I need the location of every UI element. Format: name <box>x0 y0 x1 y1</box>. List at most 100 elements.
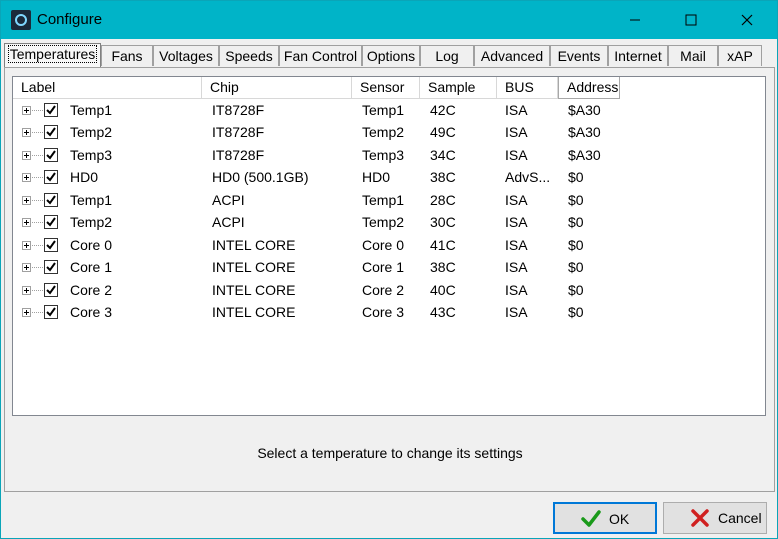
checkmark-icon <box>46 262 56 272</box>
maximize-icon <box>685 14 697 26</box>
row-bus: ISA <box>505 304 528 320</box>
row-sensor: HD0 <box>362 169 391 185</box>
row-sample: 40C <box>430 282 456 298</box>
row-chip: INTEL CORE <box>212 282 296 298</box>
tab-log[interactable]: Log <box>420 45 474 66</box>
cancel-button[interactable]: Cancel <box>663 502 767 534</box>
app-fan-icon <box>11 10 31 30</box>
expand-icon[interactable] <box>22 128 31 137</box>
sensor-row[interactable]: Temp1 IT8728F Temp1 42C ISA $A30 <box>13 100 765 122</box>
row-sensor: Core 0 <box>362 237 405 253</box>
close-button[interactable] <box>719 1 775 39</box>
window-title: Configure <box>37 11 103 28</box>
row-label: Temp2 <box>70 124 113 140</box>
enabled-checkbox[interactable] <box>44 238 58 252</box>
tab-speeds[interactable]: Speeds <box>219 45 279 66</box>
sensor-row[interactable]: HD0 HD0 (500.1GB) HD0 38C AdvS... $0 <box>13 167 765 189</box>
ok-button[interactable]: OK <box>553 502 657 534</box>
column-header-chip[interactable]: Chip <box>202 77 352 99</box>
row-label: Core 3 <box>70 304 113 320</box>
sensor-row[interactable]: Temp1 ACPI Temp1 28C ISA $0 <box>13 190 765 212</box>
checkmark-icon <box>46 217 56 227</box>
tab-advanced[interactable]: Advanced <box>474 45 550 66</box>
expand-icon[interactable] <box>22 196 31 205</box>
maximize-button[interactable] <box>663 1 719 39</box>
row-chip: HD0 (500.1GB) <box>212 169 309 185</box>
row-bus: ISA <box>505 259 528 275</box>
row-label: Temp1 <box>70 192 113 208</box>
expand-icon[interactable] <box>22 308 31 317</box>
enabled-checkbox[interactable] <box>44 260 58 274</box>
expand-icon[interactable] <box>22 241 31 250</box>
sensor-row[interactable]: Temp3 IT8728F Temp3 34C ISA $A30 <box>13 145 765 167</box>
row-address: $0 <box>568 304 584 320</box>
row-sample: 49C <box>430 124 456 140</box>
row-sample: 38C <box>430 169 456 185</box>
row-label: Temp2 <box>70 214 113 230</box>
expand-icon[interactable] <box>22 286 31 295</box>
expand-icon[interactable] <box>22 173 31 182</box>
tab-voltages[interactable]: Voltages <box>153 45 219 66</box>
expand-icon[interactable] <box>22 218 31 227</box>
cancel-x-icon <box>691 509 709 527</box>
row-sensor: Core 2 <box>362 282 405 298</box>
row-chip: IT8728F <box>212 147 265 163</box>
row-bus: AdvS... <box>505 169 551 185</box>
tab-fan-control[interactable]: Fan Control <box>279 45 362 66</box>
sensor-list[interactable]: Label Chip Sensor Sample BUS Address Tem… <box>12 76 766 416</box>
row-chip: INTEL CORE <box>212 304 296 320</box>
sensor-row[interactable]: Core 0 INTEL CORE Core 0 41C ISA $0 <box>13 235 765 257</box>
row-sample: 30C <box>430 214 456 230</box>
row-address: $0 <box>568 282 584 298</box>
row-chip: IT8728F <box>212 124 265 140</box>
cancel-label: Cancel <box>718 510 762 526</box>
enabled-checkbox[interactable] <box>44 215 58 229</box>
sensor-row[interactable]: Temp2 IT8728F Temp2 49C ISA $A30 <box>13 122 765 144</box>
column-header-sample[interactable]: Sample <box>420 77 497 99</box>
row-sample: 28C <box>430 192 456 208</box>
tab-fans[interactable]: Fans <box>101 45 153 66</box>
enabled-checkbox[interactable] <box>44 305 58 319</box>
sensor-row[interactable]: Core 2 INTEL CORE Core 2 40C ISA $0 <box>13 280 765 302</box>
row-bus: ISA <box>505 214 528 230</box>
row-chip: IT8728F <box>212 102 265 118</box>
ok-label: OK <box>609 511 630 527</box>
row-sensor: Temp1 <box>362 102 405 118</box>
row-address: $0 <box>568 214 584 230</box>
tab-temperatures[interactable]: Temperatures <box>4 43 101 67</box>
enabled-checkbox[interactable] <box>44 125 58 139</box>
expand-icon[interactable] <box>22 106 31 115</box>
row-label: Core 2 <box>70 282 113 298</box>
minimize-icon <box>630 19 640 21</box>
enabled-checkbox[interactable] <box>44 193 58 207</box>
enabled-checkbox[interactable] <box>44 170 58 184</box>
tab-options[interactable]: Options <box>362 45 420 66</box>
expand-icon[interactable] <box>22 151 31 160</box>
row-chip: ACPI <box>212 214 245 230</box>
checkmark-icon <box>46 172 56 182</box>
column-header-sensor[interactable]: Sensor <box>352 77 420 99</box>
tab-mail[interactable]: Mail <box>668 45 718 66</box>
row-sample: 34C <box>430 147 456 163</box>
row-bus: ISA <box>505 124 528 140</box>
sensor-row[interactable]: Core 3 INTEL CORE Core 3 43C ISA $0 <box>13 302 765 324</box>
row-bus: ISA <box>505 102 528 118</box>
sensor-row[interactable]: Core 1 INTEL CORE Core 1 38C ISA $0 <box>13 257 765 279</box>
title-bar[interactable]: Configure <box>1 1 777 39</box>
row-sensor: Temp2 <box>362 124 405 140</box>
tab-internet[interactable]: Internet <box>608 45 668 66</box>
enabled-checkbox[interactable] <box>44 148 58 162</box>
column-header-address[interactable]: Address <box>558 77 620 99</box>
expand-icon[interactable] <box>22 263 31 272</box>
row-chip: INTEL CORE <box>212 237 296 253</box>
tab-events[interactable]: Events <box>550 45 608 66</box>
column-header-bus[interactable]: BUS <box>497 77 558 99</box>
sensor-row[interactable]: Temp2 ACPI Temp2 30C ISA $0 <box>13 212 765 234</box>
enabled-checkbox[interactable] <box>44 283 58 297</box>
column-header-label[interactable]: Label <box>13 77 202 99</box>
enabled-checkbox[interactable] <box>44 103 58 117</box>
row-chip: INTEL CORE <box>212 259 296 275</box>
minimize-button[interactable] <box>607 1 663 39</box>
row-sensor: Temp1 <box>362 192 405 208</box>
tab-xap[interactable]: xAP <box>718 45 762 66</box>
